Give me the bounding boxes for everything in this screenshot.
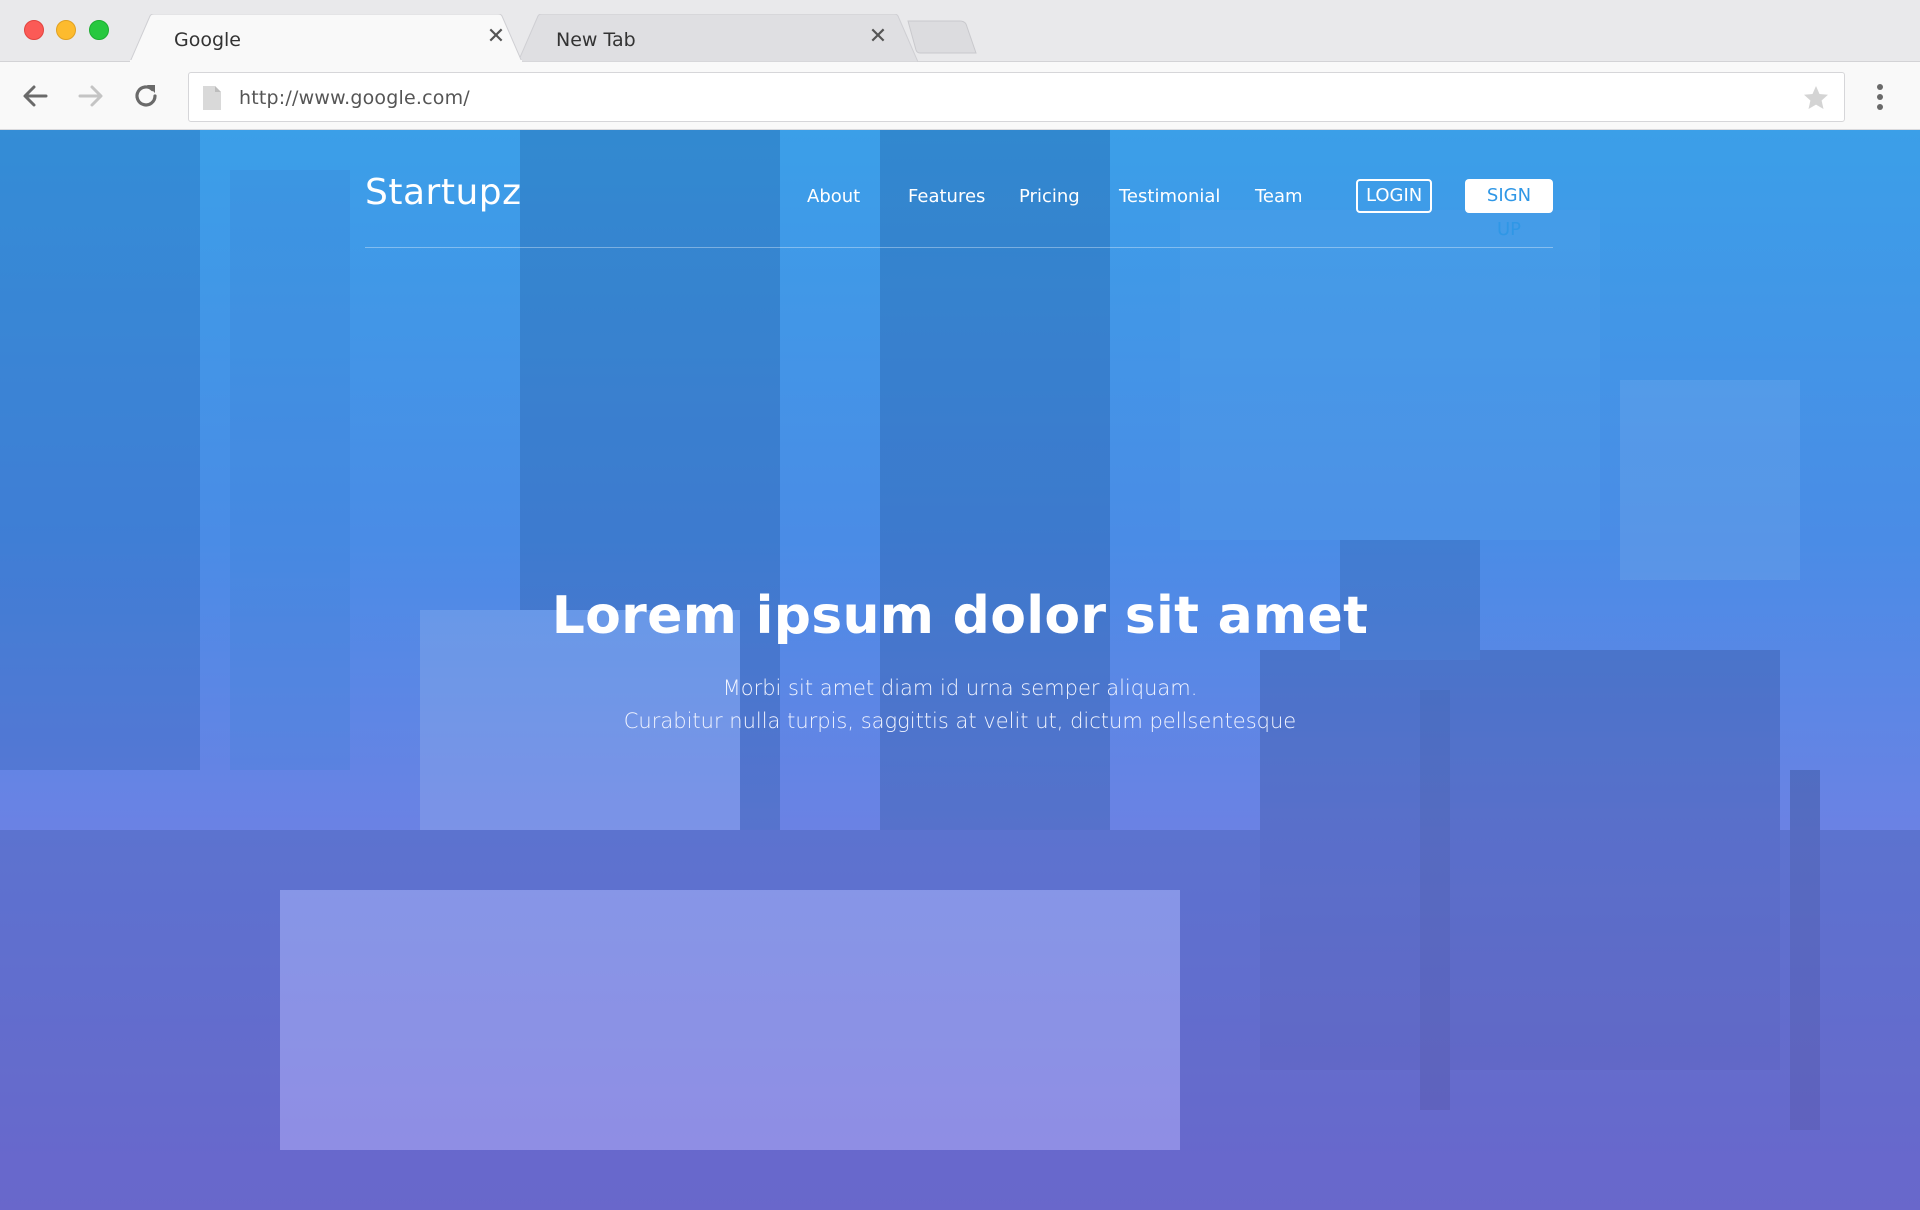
address-bar[interactable]: http://www.google.com/ (188, 72, 1845, 122)
hero-subtext-line-1: Morbi sit amet diam id urna semper aliqu… (722, 676, 1198, 700)
browser-tab-strip: Google ✕ New Tab ✕ (0, 0, 1920, 62)
hero-background-image (0, 130, 1920, 1210)
browser-tab-google[interactable]: Google ✕ (130, 14, 522, 62)
close-icon[interactable]: ✕ (867, 26, 889, 48)
nav-link-about[interactable]: About (807, 186, 860, 207)
hero-subtext-line-2: Curabitur nulla turpis, saggittis at vel… (623, 709, 1297, 733)
brand-logo[interactable]: Startupz (365, 172, 522, 213)
tab-title: New Tab (556, 29, 636, 51)
vertical-dots-icon[interactable] (1866, 82, 1894, 112)
arrow-left-icon[interactable] (18, 78, 54, 114)
browser-tab-new-tab[interactable]: New Tab ✕ (518, 14, 918, 62)
nav-link-team[interactable]: Team (1255, 186, 1303, 207)
window-close-button[interactable] (24, 20, 44, 40)
url-text[interactable]: http://www.google.com/ (239, 87, 470, 109)
close-icon[interactable]: ✕ (485, 26, 507, 48)
window-minimize-button[interactable] (56, 20, 76, 40)
browser-toolbar: http://www.google.com/ (0, 62, 1920, 130)
login-button[interactable]: LOGIN (1356, 179, 1433, 213)
hero-section: Startupz About Features Pricing Testimon… (0, 130, 1920, 1210)
hero-headline: Lorem ipsum dolor sit amet (551, 586, 1369, 646)
site-navbar: Startupz About Features Pricing Testimon… (365, 130, 1553, 248)
arrow-right-icon[interactable] (72, 78, 108, 114)
reload-icon[interactable] (128, 78, 164, 114)
nav-link-features[interactable]: Features (908, 186, 985, 207)
star-icon[interactable] (1802, 84, 1830, 112)
window-maximize-button[interactable] (89, 20, 109, 40)
nav-link-pricing[interactable]: Pricing (1019, 186, 1080, 207)
tab-title: Google (174, 29, 242, 51)
page-icon (203, 86, 221, 110)
signup-button[interactable]: SIGN UP (1465, 179, 1553, 240)
nav-link-testimonial[interactable]: Testimonial (1119, 186, 1220, 207)
